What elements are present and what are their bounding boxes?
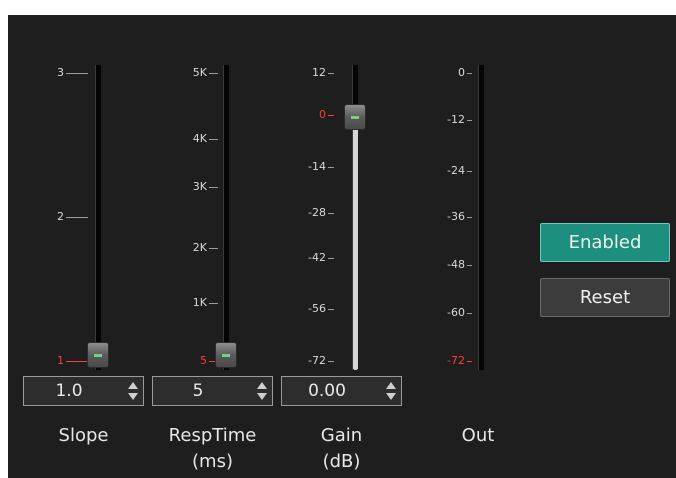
gain-tick-0: 0: [290, 109, 334, 121]
slider-thumb-icon: [94, 354, 102, 357]
out-meter: [478, 65, 484, 370]
resptime-value[interactable]: 5: [153, 377, 243, 405]
spin-arrows[interactable]: [385, 380, 397, 402]
gain-label-line1: Gain: [320, 425, 363, 446]
resptime-tick-1k: 1K: [158, 297, 218, 309]
resptime-spinbox[interactable]: 5: [152, 376, 273, 406]
slope-slider-track[interactable]: [95, 65, 101, 370]
gain-label-line2: (dB): [322, 451, 361, 472]
slider-thumb-icon: [351, 116, 359, 119]
enabled-button[interactable]: Enabled: [540, 223, 670, 262]
slope-tick-3: 3: [38, 67, 88, 79]
gain-spinbox[interactable]: 0.00: [281, 376, 402, 406]
gain-tick-28: -28: [290, 207, 334, 219]
out-tick-36: -36: [428, 211, 472, 223]
gain-tick-72: -72: [290, 355, 334, 367]
out-tick-60: -60: [428, 307, 472, 319]
gain-tick-56: -56: [290, 303, 334, 315]
out-tick-72: -72: [428, 355, 472, 367]
slope-slider-thumb[interactable]: [87, 342, 109, 368]
resptime-label-line1: RespTime: [168, 425, 257, 446]
resptime-tick-5: 5: [158, 355, 218, 367]
triangle-up-icon[interactable]: [128, 382, 138, 389]
slope-value[interactable]: 1.0: [24, 377, 114, 405]
out-tick-12: -12: [428, 114, 472, 126]
spin-arrows[interactable]: [127, 380, 139, 402]
compressor-panel: 3 2 1 1.0 Slope 5K 4K 3K 2K 1K 5 5 RespT…: [8, 15, 676, 478]
resptime-slider-track[interactable]: [223, 65, 229, 370]
resptime-label-line2: (ms): [192, 451, 233, 472]
resptime-tick-3k: 3K: [158, 181, 218, 193]
slider-thumb-icon: [222, 354, 230, 357]
gain-slider-fill: [353, 115, 358, 370]
out-tick-48: -48: [428, 259, 472, 271]
gain-value[interactable]: 0.00: [282, 377, 372, 405]
resptime-tick-5k: 5K: [158, 67, 218, 79]
resptime-tick-2k: 2K: [158, 242, 218, 254]
spin-arrows[interactable]: [256, 380, 268, 402]
slope-label: Slope: [58, 425, 109, 446]
gain-tick-14: -14: [290, 161, 334, 173]
out-tick-24: -24: [428, 165, 472, 177]
resptime-tick-4k: 4K: [158, 133, 218, 145]
gain-slider-thumb[interactable]: [344, 104, 366, 130]
triangle-down-icon[interactable]: [257, 393, 267, 400]
reset-button[interactable]: Reset: [540, 278, 670, 317]
slope-spinbox[interactable]: 1.0: [23, 376, 144, 406]
triangle-up-icon[interactable]: [257, 382, 267, 389]
triangle-down-icon[interactable]: [386, 393, 396, 400]
slope-tick-1: 1: [38, 355, 88, 367]
triangle-down-icon[interactable]: [128, 393, 138, 400]
gain-tick-42: -42: [290, 252, 334, 264]
resptime-slider-thumb[interactable]: [215, 342, 237, 368]
triangle-up-icon[interactable]: [386, 382, 396, 389]
slope-tick-2: 2: [38, 211, 88, 223]
gain-tick-12: 12: [290, 67, 334, 79]
out-label: Out: [461, 425, 495, 446]
out-tick-0: 0: [428, 67, 472, 79]
